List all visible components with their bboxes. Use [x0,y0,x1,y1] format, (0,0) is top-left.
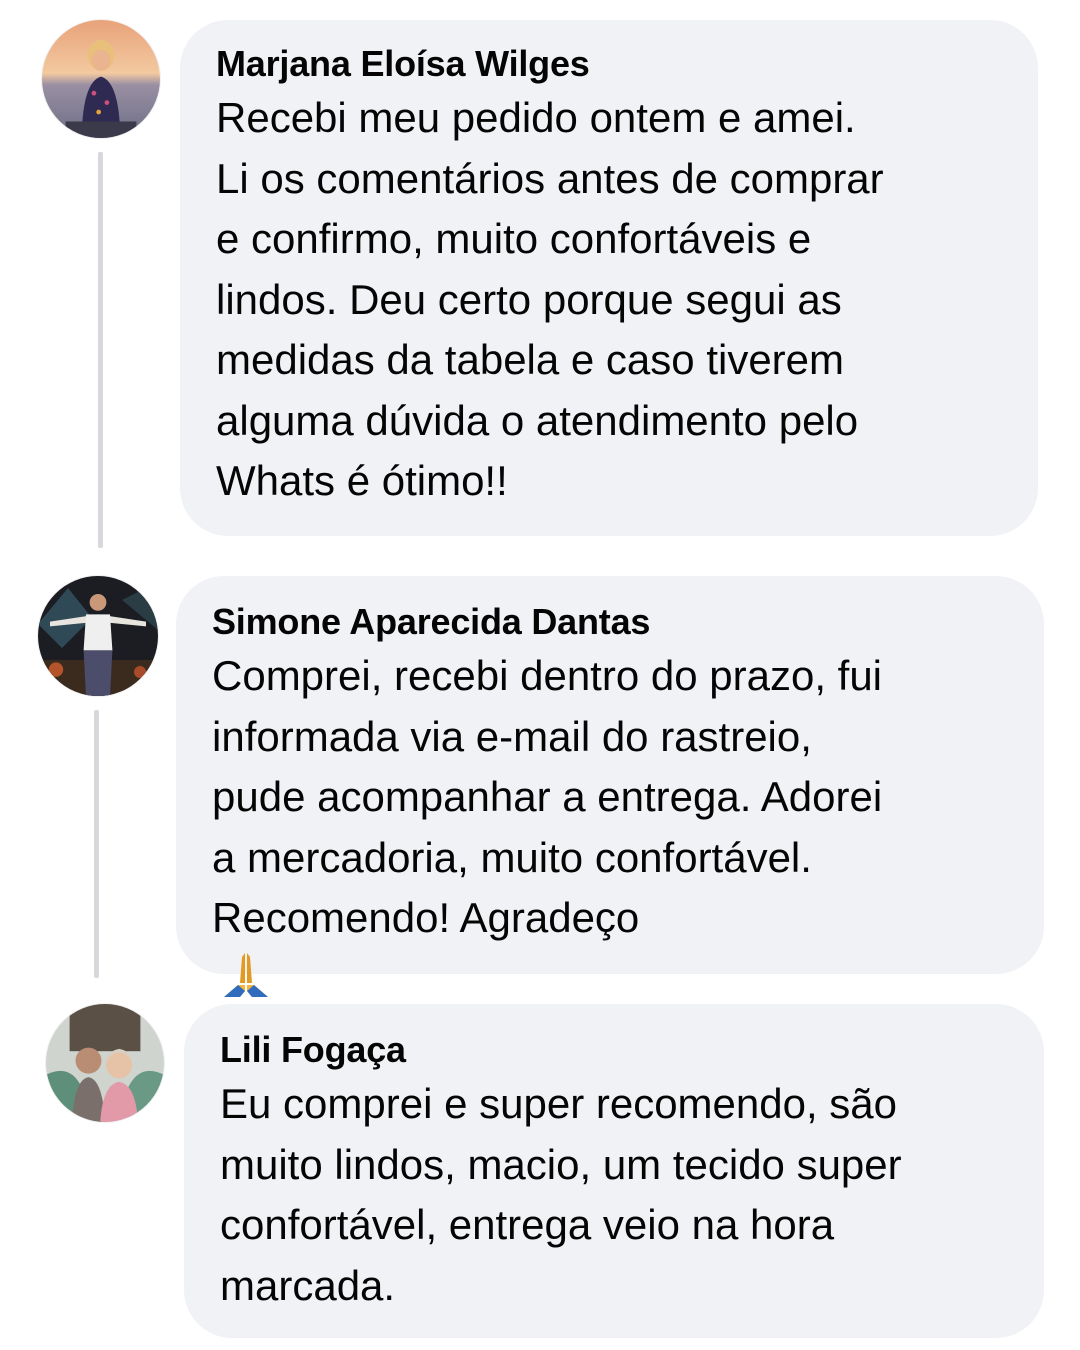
comment-text: Recebi meu pedido ontem e amei. Li os co… [216,94,884,504]
thread-line [98,152,103,548]
thread-line [94,710,99,978]
comment-text: Eu comprei e super recomendo, são muito … [220,1080,902,1309]
comment-bubble: Lili Fogaça Eu comprei e super recomendo… [184,1004,1044,1338]
avatar-lili[interactable] [46,1004,164,1122]
comment-author[interactable]: Simone Aparecida Dantas [212,600,1044,644]
comment-bubble: Simone Aparecida Dantas Comprei, recebi … [176,576,1044,997]
comment-author[interactable]: Marjana Eloísa Wilges [216,42,1038,86]
profile-photo-couple-icon [46,1004,164,1122]
comment-text: Comprei, recebi dentro do prazo, fui inf… [212,646,1044,1015]
profile-photo-night-icon [38,576,158,696]
comment-author[interactable]: Lili Fogaça [220,1028,1044,1072]
comment-bubble: Marjana Eloísa Wilges Recebi meu pedido … [180,20,1038,536]
avatar-marjana[interactable] [42,20,160,138]
profile-photo-sunset-icon [42,20,160,138]
avatar-simone[interactable] [38,576,158,696]
